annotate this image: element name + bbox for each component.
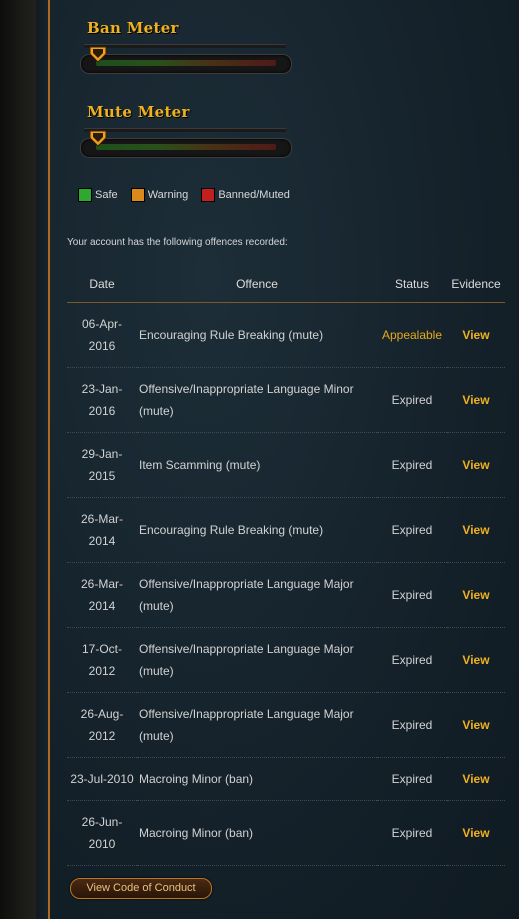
offence-date: 26-Jun- 2010 [67,800,137,866]
offence-status: Appealable [377,302,447,368]
header-offence: Offence [137,266,377,303]
table-row: 26-Jun- 2010 Macroing Minor (ban) Expired Vi… [67,800,505,866]
view-evidence-link[interactable]: View [462,588,489,602]
offence-status: Expired [377,692,447,758]
table-row: 06-Apr- 2016 Encouraging Rule Breaking (mu… [67,302,505,368]
evidence-cell: View [447,302,505,368]
offence-status: Expired [377,800,447,866]
warning-swatch-icon [130,188,145,202]
mute-meter-title: Mute Meter [87,103,190,121]
evidence-cell: View [447,562,505,628]
offence-name: Offensive/Inappropriate Language Minor (… [137,367,377,433]
safe-swatch-icon [78,188,92,202]
offence-name: Encouraging Rule Breaking (mute) [137,302,377,368]
meter-legend: Safe Warning Banned/Muted [78,188,300,202]
view-evidence-link[interactable]: View [462,523,489,537]
legend-warning: Warning [130,188,189,202]
page-edge-texture [0,0,36,919]
content-shadow [36,0,48,919]
view-evidence-link[interactable]: View [462,393,489,407]
table-row: 26-Mar- 2014 Encouraging Rule Breaking (mu… [67,497,505,563]
evidence-cell: View [447,757,505,801]
offence-date: 29-Jan- 2015 [67,432,137,498]
view-evidence-link[interactable]: View [462,826,489,840]
evidence-cell: View [447,627,505,693]
offences-intro: Your account has the following offences … [67,237,288,248]
table-row: 26-Aug- 2012 Offensive/Inappropriate Langu… [67,692,505,758]
legend-warning-label: Warning [147,189,189,201]
ban-meter-title: Ban Meter [87,19,179,37]
offence-name: Macroing Minor (ban) [137,800,377,866]
view-evidence-link[interactable]: View [462,328,489,342]
offence-date: 26-Mar- 2014 [67,562,137,628]
offence-date: 26-Aug- 2012 [67,692,137,758]
header-date: Date [67,266,137,303]
evidence-cell: View [447,497,505,563]
offence-status: Expired [377,562,447,628]
offence-name: Item Scamming (mute) [137,432,377,498]
header-status: Status [377,266,447,303]
evidence-cell: View [447,432,505,498]
table-row: 23-Jan- 2016 Offensive/Inappropriate Langu… [67,367,505,433]
ban-meter-track [96,60,276,66]
view-evidence-link[interactable]: View [462,458,489,472]
view-evidence-link[interactable]: View [462,653,489,667]
ban-meter [80,44,292,74]
offence-status: Expired [377,627,447,693]
view-evidence-link[interactable]: View [462,718,489,732]
offence-date: 26-Mar- 2014 [67,497,137,563]
evidence-cell: View [447,692,505,758]
legend-safe: Safe [78,188,118,202]
offence-status: Expired [377,432,447,498]
mute-meter-marker-icon [89,130,107,147]
offences-table: Date Offence Status Evidence 06-Apr- 2016… [67,266,505,866]
offence-date: 17-Oct- 2012 [67,627,137,693]
legend-banned-label: Banned/Muted [218,189,290,201]
view-evidence-link[interactable]: View [462,772,489,786]
offence-date: 23-Jul-2010 [67,757,137,801]
table-row: 26-Mar- 2014 Offensive/Inappropriate Langu… [67,562,505,628]
offence-name: Encouraging Rule Breaking (mute) [137,497,377,563]
offence-name: Macroing Minor (ban) [137,757,377,801]
offence-status: Expired [377,757,447,801]
table-header-row: Date Offence Status Evidence [67,266,505,303]
offence-date: 06-Apr- 2016 [67,302,137,368]
table-row: 17-Oct- 2012 Offensive/Inappropriate Langu… [67,627,505,693]
offence-date: 23-Jan- 2016 [67,367,137,433]
mute-meter-track [96,144,276,150]
view-code-of-conduct-button[interactable]: View Code of Conduct [70,878,212,899]
offence-status: Expired [377,497,447,563]
banned-swatch-icon [201,188,216,202]
offence-name: Offensive/Inappropriate Language Major (… [137,627,377,693]
ban-meter-marker-icon [89,46,107,63]
content-border [48,0,50,919]
evidence-cell: View [447,800,505,866]
table-row: 23-Jul-2010 Macroing Minor (ban) Expired Vi… [67,757,505,801]
header-evidence: Evidence [447,266,505,303]
offence-name: Offensive/Inappropriate Language Major (… [137,562,377,628]
offence-name: Offensive/Inappropriate Language Major (… [137,692,377,758]
offence-status: Expired [377,367,447,433]
legend-safe-label: Safe [95,189,118,201]
mute-meter [80,128,292,158]
legend-banned: Banned/Muted [201,188,290,202]
table-row: 29-Jan- 2015 Item Scamming (mute) Expired Vi… [67,432,505,498]
evidence-cell: View [447,367,505,433]
